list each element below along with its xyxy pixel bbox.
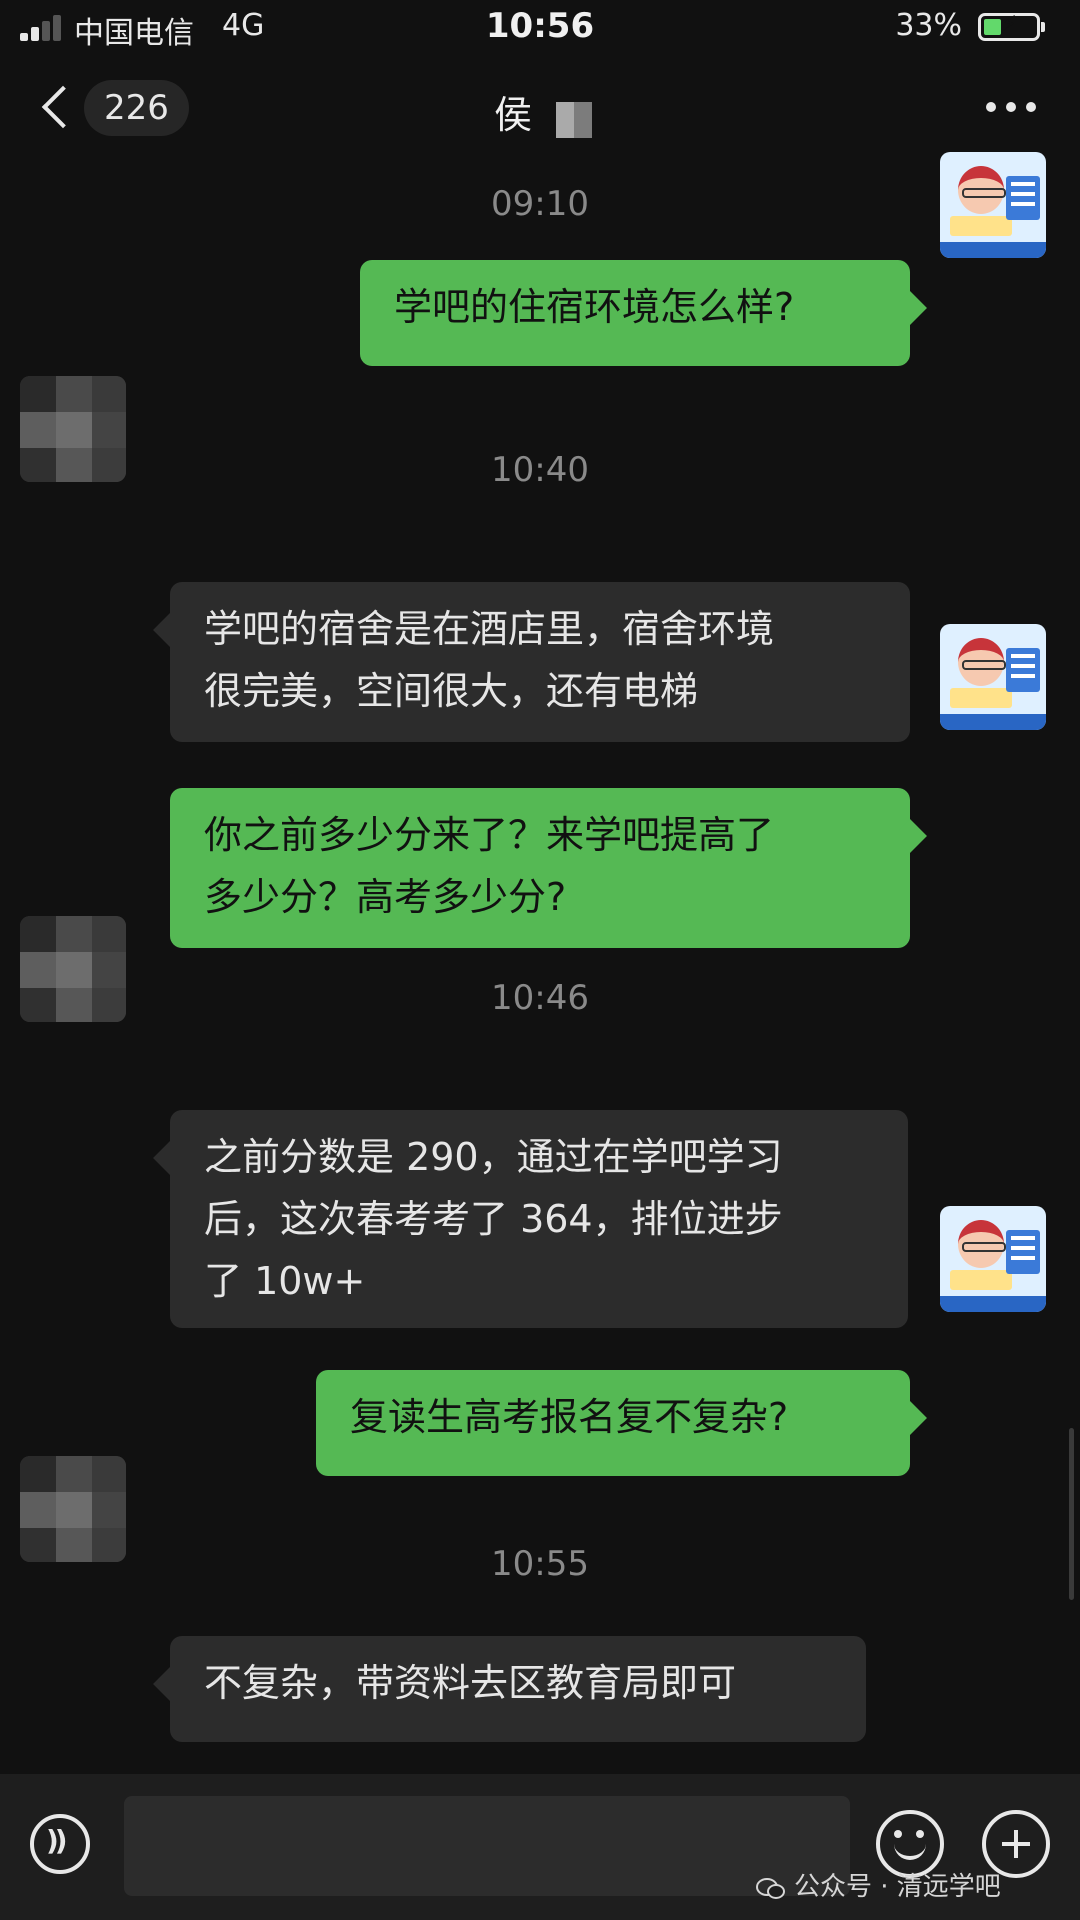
- avatar-glasses: [962, 188, 1006, 198]
- message-line: 你之前多少分来了？来学吧提高了: [204, 813, 775, 857]
- scrollbar[interactable]: [1069, 1428, 1074, 1600]
- mosaic-pixel: [56, 1456, 92, 1492]
- watermark-text: 公众号 · 清远学吧: [794, 1872, 1001, 1902]
- mosaic-pixel: [92, 376, 126, 412]
- message-line: 之前分数是 290，通过在学吧学习: [204, 1135, 783, 1179]
- incoming-message[interactable]: 之前分数是 290，通过在学吧学习 后，这次春考考了 364，排位进步了 10w+: [170, 1110, 908, 1328]
- mosaic-pixel: [56, 376, 92, 412]
- avatar-panel: [1006, 176, 1040, 220]
- message-line: 复读生高考报名复不复杂?: [350, 1395, 789, 1439]
- message-line: 后，这次春考考了 364，排位进步: [204, 1197, 783, 1241]
- my-avatar[interactable]: [940, 1206, 1046, 1312]
- message-line: 很完美，空间很大，还有电梯: [204, 669, 699, 713]
- timestamp: 10:46: [491, 978, 589, 1018]
- mosaic-pixel: [56, 1528, 92, 1562]
- outgoing-message[interactable]: 你之前多少分来了？来学吧提高了 多少分？高考多少分?: [170, 788, 910, 948]
- mosaic-pixel: [92, 1492, 126, 1528]
- avatar-panel: [1006, 1230, 1040, 1274]
- status-bar: 中国电信 4G 10:56 33% ⚡: [0, 0, 1080, 56]
- message-line: 了 10w+: [204, 1259, 366, 1303]
- contact-avatar[interactable]: [20, 1456, 126, 1562]
- back-chevron-icon[interactable]: [36, 84, 82, 130]
- mosaic-pixel: [20, 376, 56, 412]
- avatar-strip: [940, 1296, 1046, 1312]
- mosaic-pixel: [92, 1456, 126, 1492]
- timestamp: 10:40: [491, 450, 589, 490]
- mosaic-pixel: [20, 916, 56, 952]
- mosaic-pixel: [92, 952, 126, 988]
- chat-messages[interactable]: 09:10 学吧的住宿环境怎么样? 10:40 学吧的宿舍是在酒店里，宿舍环境 很完美，…: [0, 152, 1080, 1774]
- mosaic-pixel: [20, 952, 56, 988]
- name-mosaic: [556, 102, 592, 138]
- message-input[interactable]: [124, 1796, 850, 1896]
- timestamp: 10:55: [491, 1544, 589, 1584]
- mosaic-pixel: [20, 988, 56, 1022]
- message-line: 学吧的宿舍是在酒店里，宿舍环境: [204, 607, 775, 651]
- avatar-book: [950, 688, 1012, 708]
- avatar-strip: [940, 242, 1046, 258]
- mosaic-pixel: [56, 952, 92, 988]
- contact-avatar[interactable]: [20, 376, 126, 482]
- mosaic-pixel: [92, 1528, 126, 1562]
- message-line: 多少分？高考多少分?: [204, 875, 567, 919]
- mosaic-pixel: [20, 1528, 56, 1562]
- mosaic-pixel: [56, 412, 92, 448]
- message-line: 不复杂，带资料去区教育局即可: [204, 1661, 737, 1705]
- avatar-book: [950, 216, 1012, 236]
- avatar-glasses: [962, 1242, 1006, 1252]
- mosaic-pixel: [56, 916, 92, 952]
- contact-avatar[interactable]: [20, 916, 126, 1022]
- avatar-glasses: [962, 660, 1006, 670]
- voice-icon[interactable]: [30, 1814, 90, 1874]
- mosaic-pixel: [20, 412, 56, 448]
- mosaic-pixel: [20, 448, 56, 482]
- timestamp: 09:10: [491, 184, 589, 224]
- avatar-strip: [940, 714, 1046, 730]
- mosaic-pixel: [92, 916, 126, 952]
- mosaic-pixel: [56, 1492, 92, 1528]
- my-avatar[interactable]: [940, 152, 1046, 258]
- mosaic-pixel: [20, 1492, 56, 1528]
- my-avatar[interactable]: [940, 624, 1046, 730]
- outgoing-message[interactable]: 学吧的住宿环境怎么样?: [360, 260, 910, 366]
- avatar-panel: [1006, 648, 1040, 692]
- more-dots-icon[interactable]: [986, 102, 1036, 114]
- message-line: 学吧的住宿环境怎么样?: [394, 285, 795, 329]
- incoming-message[interactable]: 不复杂，带资料去区教育局即可: [170, 1636, 866, 1742]
- chat-header: 226 侯: [0, 56, 1080, 164]
- mosaic-pixel: [20, 1456, 56, 1492]
- mosaic-pixel: [92, 988, 126, 1022]
- charging-bolt-icon: ⚡: [1001, 12, 1017, 37]
- unread-count-badge[interactable]: 226: [84, 80, 189, 136]
- mosaic-pixel: [92, 412, 126, 448]
- watermark: 公众号 · 清远学吧: [756, 1866, 1001, 1903]
- outgoing-message[interactable]: 复读生高考报名复不复杂?: [316, 1370, 910, 1476]
- battery-percent: 33%: [895, 8, 962, 43]
- mosaic-pixel: [56, 988, 92, 1022]
- contact-name[interactable]: 侯: [494, 84, 532, 139]
- wechat-icon: [756, 1876, 786, 1900]
- mosaic-pixel: [92, 448, 126, 482]
- battery-charging-icon: ⚡: [978, 12, 1045, 41]
- avatar-book: [950, 1270, 1012, 1290]
- incoming-message[interactable]: 学吧的宿舍是在酒店里，宿舍环境 很完美，空间很大，还有电梯: [170, 582, 910, 742]
- mosaic-pixel: [56, 448, 92, 482]
